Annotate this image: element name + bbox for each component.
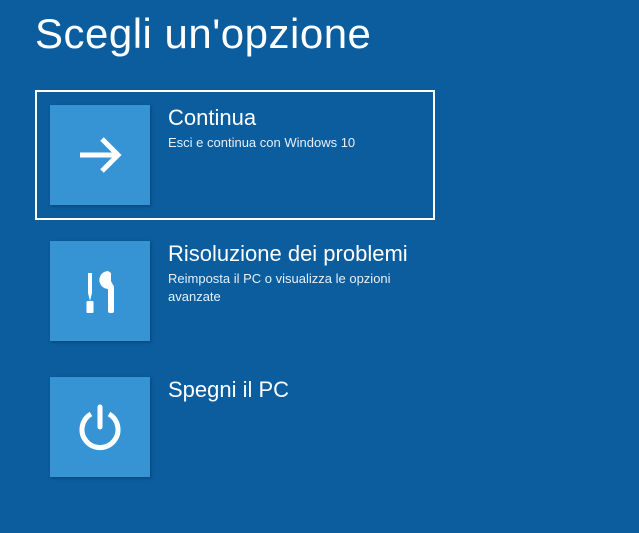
option-text-block: Risoluzione dei problemi Reimposta il PC…	[150, 241, 420, 305]
option-text-block: Continua Esci e continua con Windows 10	[150, 105, 420, 152]
arrow-right-icon	[50, 105, 150, 205]
page-title: Scegli un'opzione	[35, 10, 604, 58]
shutdown-option-tile[interactable]: Spegni il PC	[35, 362, 435, 492]
troubleshoot-option-tile[interactable]: Risoluzione dei problemi Reimposta il PC…	[35, 226, 435, 356]
continue-option-tile[interactable]: Continua Esci e continua con Windows 10	[35, 90, 435, 220]
option-text-block: Spegni il PC	[150, 377, 420, 406]
option-title: Spegni il PC	[168, 377, 420, 402]
tools-icon	[50, 241, 150, 341]
recovery-options-screen: Scegli un'opzione Continua Esci e contin…	[0, 0, 639, 508]
power-icon	[50, 377, 150, 477]
option-subtitle: Reimposta il PC o visualizza le opzioni …	[168, 270, 420, 305]
option-subtitle: Esci e continua con Windows 10	[168, 134, 420, 152]
option-title: Risoluzione dei problemi	[168, 241, 420, 266]
option-title: Continua	[168, 105, 420, 130]
